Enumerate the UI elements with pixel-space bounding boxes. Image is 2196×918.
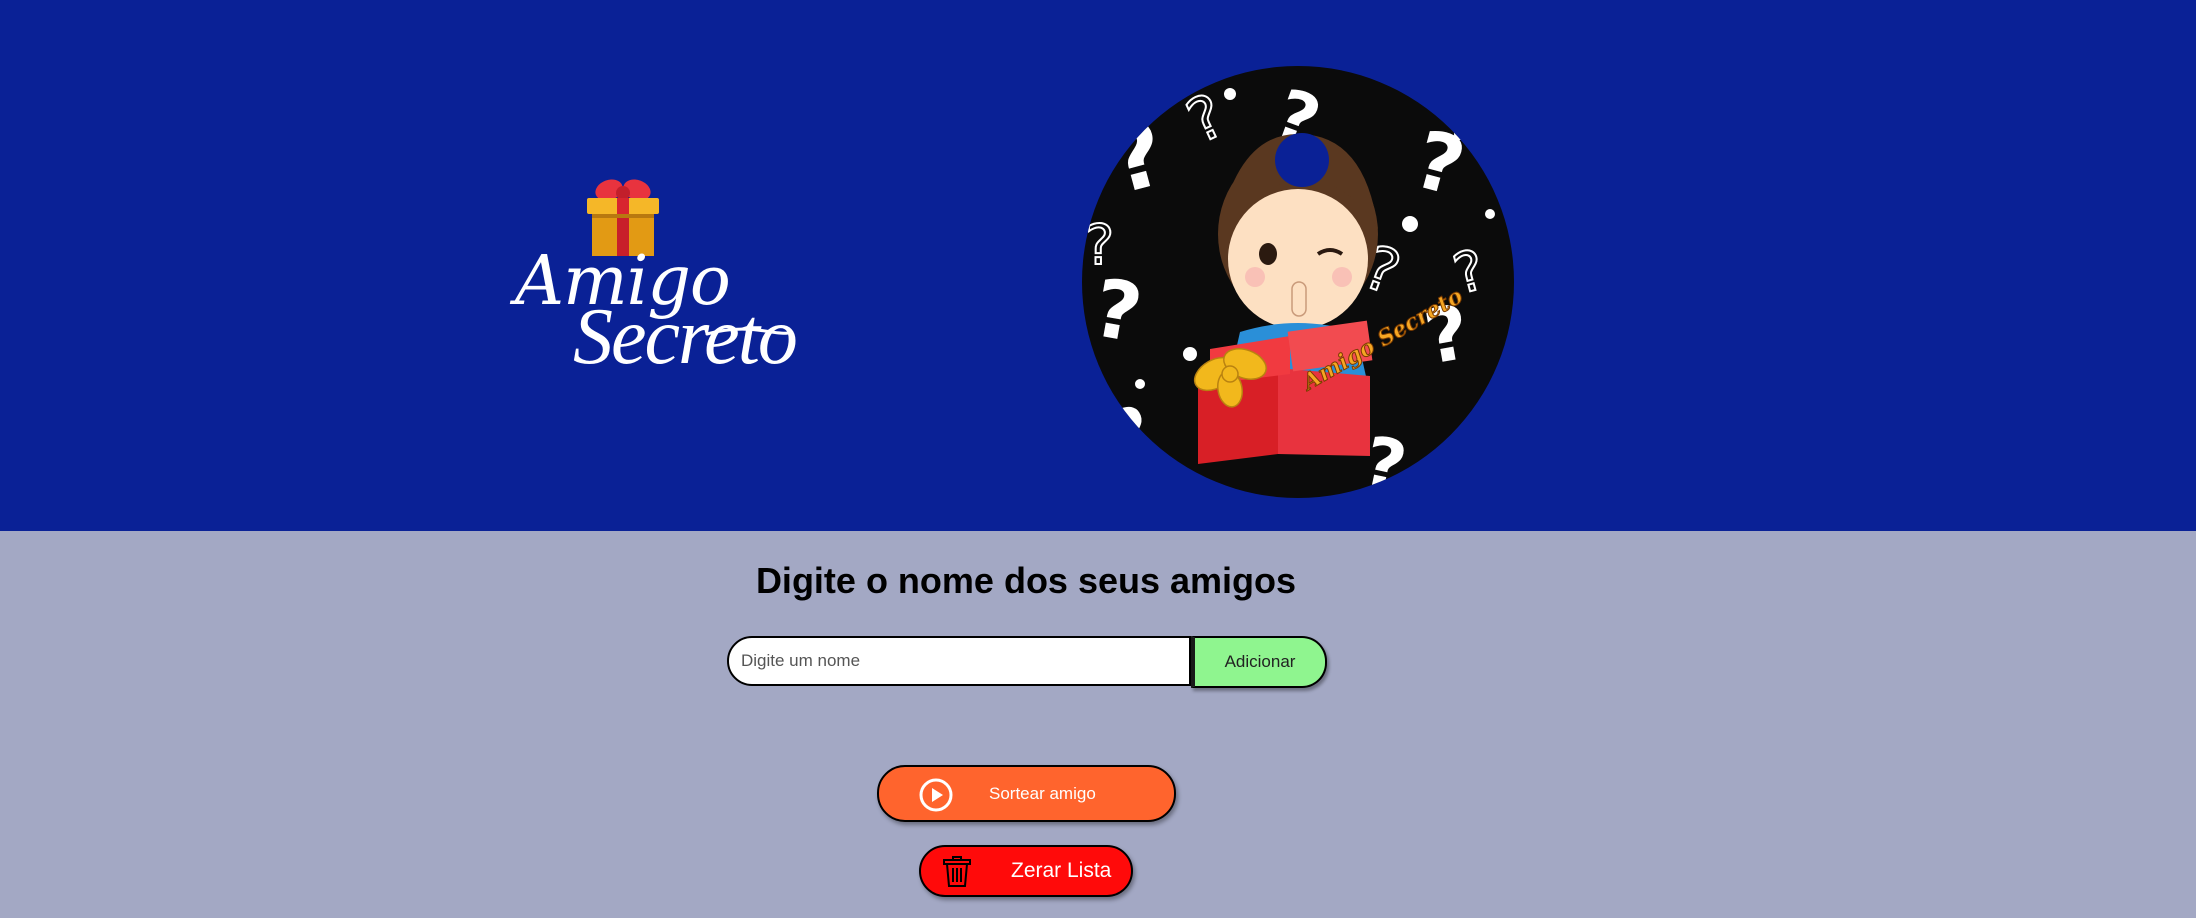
trash-icon — [943, 856, 971, 887]
name-input[interactable] — [727, 636, 1191, 686]
header-banner: Amigo Secreto ? ? ? ? ? ? ? ? ? ? ? Amig… — [0, 0, 2196, 531]
draw-friend-label: Sortear amigo — [989, 784, 1096, 803]
add-friend-form: Adicionar — [727, 636, 1327, 690]
draw-friend-button[interactable]: Sortear amigo — [877, 765, 1176, 822]
clear-list-button[interactable]: Zerar Lista — [919, 845, 1133, 897]
play-circle-icon — [919, 778, 953, 812]
logo-swash — [705, 327, 790, 336]
hero-illustration: ? ? ? ? ? ? ? ? ? ? ? Amigo Secreto — [1082, 66, 1514, 498]
page: Amigo Secreto ? ? ? ? ? ? ? ? ? ? ? Amig… — [0, 0, 2196, 918]
clear-list-label: Zerar Lista — [1011, 859, 1112, 882]
amigo-secreto-logo: Amigo Secreto — [515, 172, 798, 387]
page-title: Digite o nome dos seus amigos — [755, 560, 1297, 601]
add-button[interactable]: Adicionar — [1191, 636, 1327, 688]
svg-text:?: ? — [1085, 213, 1114, 277]
